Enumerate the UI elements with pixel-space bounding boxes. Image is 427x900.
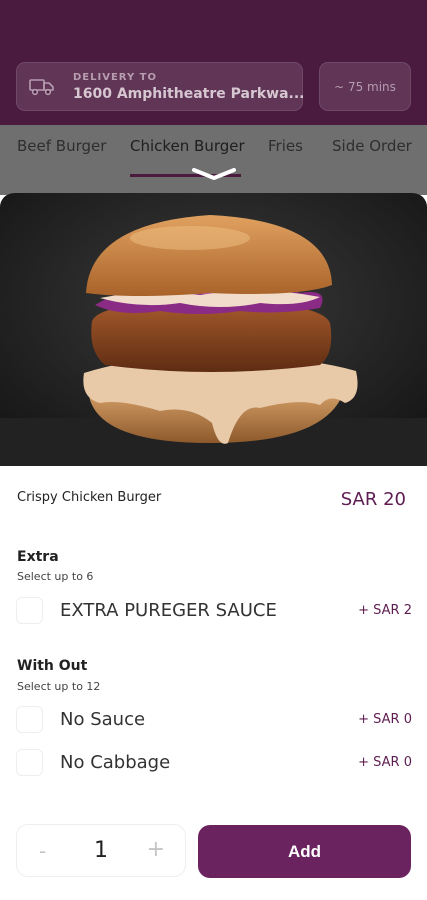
delivery-address-selector[interactable]: DELIVERY TO 1600 Amphitheatre Parkwa... bbox=[16, 62, 305, 111]
option-price: + SAR 0 bbox=[358, 711, 412, 727]
option-label: No Sauce bbox=[60, 708, 146, 730]
section-subtitle-without: Select up to 12 bbox=[17, 680, 101, 693]
increment-button[interactable]: + bbox=[147, 837, 165, 862]
burger-photo bbox=[0, 193, 427, 466]
section-title-without: With Out bbox=[17, 658, 88, 674]
option-checkbox[interactable] bbox=[16, 596, 43, 624]
item-price: SAR 20 bbox=[340, 489, 406, 510]
eta-text: ~ 75 mins bbox=[334, 79, 396, 94]
product-sheet: Crispy Chicken Burger SAR 20 Extra Selec… bbox=[0, 193, 427, 900]
tab-side-order[interactable]: Side Order bbox=[332, 137, 412, 155]
item-name: Crispy Chicken Burger bbox=[17, 490, 162, 505]
delivery-address: 1600 Amphitheatre Parkwa... bbox=[73, 85, 305, 102]
option-row[interactable]: EXTRA PUREGER SAUCE + SAR 2 bbox=[16, 595, 412, 625]
option-checkbox[interactable] bbox=[16, 705, 43, 733]
quantity-stepper: - 1 + bbox=[16, 824, 186, 877]
option-row[interactable]: No Cabbage + SAR 0 bbox=[16, 747, 412, 777]
tab-fries[interactable]: Fries bbox=[268, 137, 303, 155]
chevron-down-icon[interactable] bbox=[190, 166, 238, 182]
add-button-label: Add bbox=[287, 841, 322, 861]
delivery-eta: ~ 75 mins bbox=[319, 62, 411, 111]
option-checkbox[interactable] bbox=[16, 748, 43, 776]
delivery-caption: DELIVERY TO bbox=[73, 71, 157, 83]
option-label: No Cabbage bbox=[60, 751, 171, 773]
tab-chicken-burger[interactable]: Chicken Burger bbox=[130, 137, 245, 155]
truck-icon bbox=[29, 78, 54, 95]
option-label: EXTRA PUREGER SAUCE bbox=[60, 599, 277, 621]
option-price: + SAR 2 bbox=[358, 602, 412, 618]
tab-beef-burger[interactable]: Beef Burger bbox=[17, 137, 106, 155]
app-header: DELIVERY TO 1600 Amphitheatre Parkwa... … bbox=[0, 0, 427, 125]
option-row[interactable]: No Sauce + SAR 0 bbox=[16, 704, 412, 734]
section-subtitle-extra: Select up to 6 bbox=[17, 570, 94, 583]
category-tabs bbox=[0, 125, 427, 195]
option-price: + SAR 0 bbox=[358, 754, 412, 770]
section-title-extra: Extra bbox=[17, 549, 59, 565]
add-to-cart-button[interactable]: Add bbox=[198, 825, 411, 878]
